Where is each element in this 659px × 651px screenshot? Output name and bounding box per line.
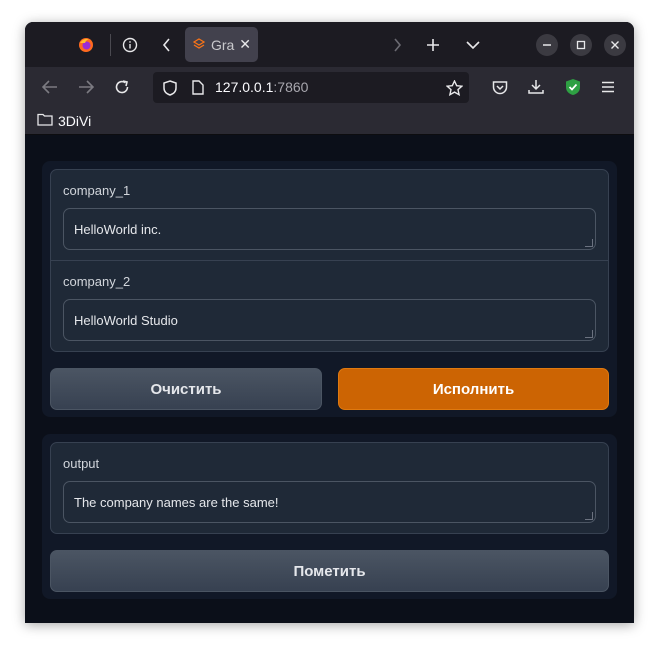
forward-arrow-icon[interactable] <box>73 67 99 107</box>
output-value: The company names are the same! <box>74 495 279 510</box>
page-icon[interactable] <box>185 72 211 103</box>
plus-icon[interactable] <box>418 22 448 67</box>
star-icon[interactable] <box>441 72 467 103</box>
maximize-icon[interactable] <box>570 34 592 56</box>
inputs-group: company_1 HelloWorld inc. company_2 Hell… <box>50 169 609 352</box>
company-2-label: company_2 <box>63 274 131 289</box>
shield-icon[interactable] <box>157 72 183 103</box>
bookmarks-bar: 3DiVi <box>25 107 634 135</box>
download-icon[interactable] <box>523 67 549 107</box>
bookmark-folder[interactable]: 3DiVi <box>37 111 91 131</box>
flag-button[interactable]: Пометить <box>50 550 609 592</box>
shield-extension-icon[interactable] <box>560 67 586 107</box>
navigation-bar: 127.0.0.1:7860 <box>25 67 634 107</box>
folder-icon <box>37 113 53 129</box>
info-icon[interactable] <box>115 22 145 67</box>
tab-title: Gra <box>211 36 235 53</box>
minimize-icon[interactable] <box>536 34 558 56</box>
company-1-value: HelloWorld inc. <box>74 222 162 237</box>
tab-active[interactable]: Gra ✕ <box>185 27 258 62</box>
chevron-left-icon[interactable] <box>152 22 182 67</box>
url-port: :7860 <box>273 79 309 95</box>
chevron-down-icon[interactable] <box>458 22 488 67</box>
close-icon[interactable] <box>604 34 626 56</box>
company-1-input[interactable]: HelloWorld inc. <box>63 208 596 250</box>
gradio-favicon-icon <box>192 37 206 53</box>
url-bar[interactable]: 127.0.0.1:7860 <box>153 72 469 103</box>
tab-close-icon[interactable]: ✕ <box>239 36 251 53</box>
resize-grip-icon[interactable] <box>585 239 593 247</box>
company-2-input[interactable]: HelloWorld Studio <box>63 299 596 341</box>
company-1-label: company_1 <box>63 183 131 198</box>
app-content: company_1 HelloWorld inc. company_2 Hell… <box>25 136 634 623</box>
tab-separator <box>110 34 111 56</box>
output-textbox[interactable]: The company names are the same! <box>63 481 596 523</box>
output-label: output <box>63 456 100 471</box>
company-2-value: HelloWorld Studio <box>74 313 178 328</box>
divider <box>51 260 608 261</box>
pocket-icon[interactable] <box>487 67 513 107</box>
resize-grip-icon[interactable] <box>585 512 593 520</box>
output-group: output The company names are the same! <box>50 442 609 534</box>
bookmark-label: 3DiVi <box>58 113 92 129</box>
browser-window: Gra ✕ 127.0.0.1:7860 3DiVi company_1 Hel… <box>25 22 634 623</box>
url-host: 127.0.0.1 <box>215 79 274 95</box>
resize-grip-icon[interactable] <box>585 330 593 338</box>
back-arrow-icon[interactable] <box>37 67 63 107</box>
clear-button[interactable]: Очистить <box>50 368 322 410</box>
url-text[interactable]: 127.0.0.1:7860 <box>215 72 308 103</box>
reload-icon[interactable] <box>109 67 135 107</box>
chevron-right-icon[interactable] <box>382 22 412 67</box>
firefox-icon[interactable] <box>71 22 101 67</box>
submit-button[interactable]: Исполнить <box>338 368 609 410</box>
menu-icon[interactable] <box>595 67 621 107</box>
output-panel: output The company names are the same! П… <box>42 434 617 599</box>
tab-bar: Gra ✕ <box>25 22 634 67</box>
input-panel: company_1 HelloWorld inc. company_2 Hell… <box>42 161 617 417</box>
